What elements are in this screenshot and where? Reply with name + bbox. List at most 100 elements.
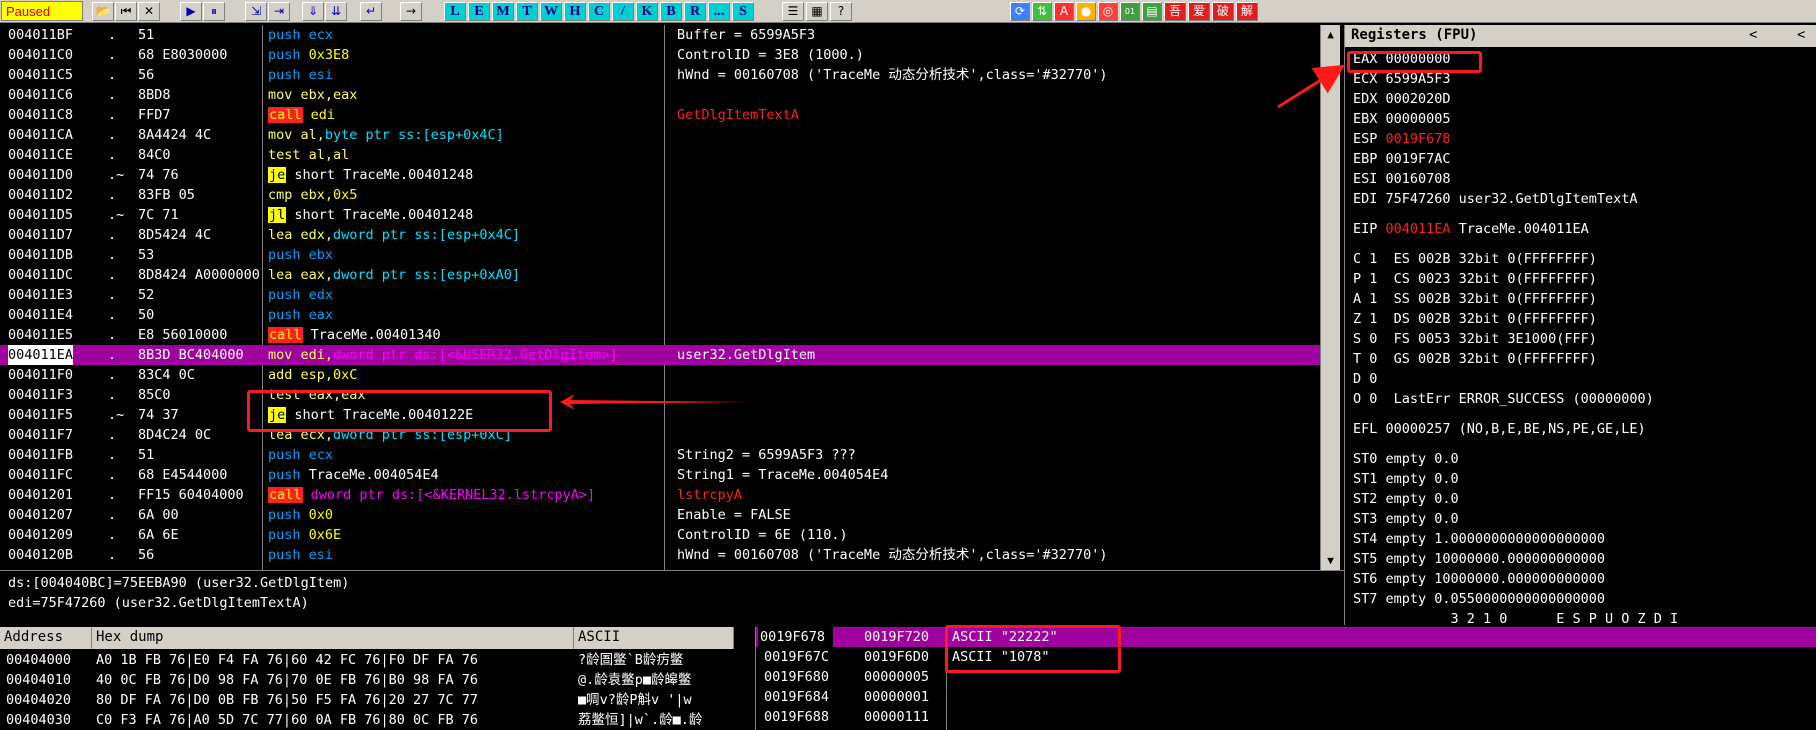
register-line[interactable]: C 1 ES 002B 32bit 0(FFFFFFFF) bbox=[1353, 249, 1597, 269]
brand-icon[interactable]: 吾 bbox=[1164, 2, 1186, 21]
register-line[interactable]: ST5 empty 10000000.000000000000 bbox=[1353, 549, 1605, 569]
disasm-row[interactable]: 00401207. 6A 00 push 0x0 Enable = FALSE bbox=[0, 505, 1320, 525]
register-line[interactable]: D 0 bbox=[1353, 369, 1377, 389]
dump-hex[interactable]: A0 1B FB 76|E0 F4 FA 76|60 42 FC 76|F0 D… bbox=[96, 650, 478, 670]
register-line[interactable]: EFL 00000257 (NO,B,E,BE,NS,PE,GE,LE) bbox=[1353, 419, 1646, 439]
disasm-row[interactable]: 004011E4. 50 push eax bbox=[0, 305, 1320, 325]
window-button-12[interactable]: S bbox=[732, 2, 754, 21]
disasm-row[interactable]: 004011F7. 8D4C24 0C lea ecx,dword ptr ss:[… bbox=[0, 425, 1320, 445]
window-button-9[interactable]: B bbox=[660, 2, 682, 21]
disasm-row[interactable]: 004011C0. 68 E8030000 push 0x3E8 ControlID … bbox=[0, 45, 1320, 65]
disasm-row[interactable]: 004011D5 .~ 7C 71 jl short TraceMe.00401248 bbox=[0, 205, 1320, 225]
register-line[interactable]: EBP 0019F7AC bbox=[1353, 149, 1451, 169]
dump-ascii[interactable]: ?龄圄鳖`B龄疠鳖 bbox=[578, 650, 738, 670]
open-icon[interactable]: 📂 bbox=[92, 2, 114, 21]
disasm-row[interactable]: 004011D0 .~ 74 76 je short TraceMe.00401248 bbox=[0, 165, 1320, 185]
register-line[interactable]: ST0 empty 0.0 bbox=[1353, 449, 1459, 469]
window-button-4[interactable]: W bbox=[540, 2, 562, 21]
trace-over-icon[interactable]: ⇊ bbox=[325, 2, 347, 21]
target-icon[interactable]: ◎ bbox=[1098, 2, 1118, 21]
circle-icon[interactable]: ● bbox=[1076, 2, 1096, 21]
window-button-10[interactable]: R bbox=[684, 2, 706, 21]
prev-icon[interactable]: < bbox=[1749, 27, 1757, 43]
register-line[interactable]: EIP 004011EA TraceMe.004011EA bbox=[1353, 219, 1589, 239]
brand-icon[interactable]: 破 bbox=[1212, 2, 1234, 21]
register-line[interactable]: ST7 empty 0.0550000000000000000 bbox=[1353, 589, 1605, 609]
window-button-6[interactable]: C bbox=[588, 2, 610, 21]
pause-icon[interactable]: ⏸ bbox=[203, 2, 225, 21]
window-button-1[interactable]: E bbox=[468, 2, 490, 21]
list-icon[interactable]: ☰ bbox=[782, 2, 804, 21]
window-button-0[interactable]: L bbox=[444, 2, 466, 21]
plugin-icon[interactable]: ⇅ bbox=[1032, 2, 1052, 21]
dump-hex[interactable]: C0 F3 FA 76|A0 5D 7C 77|60 0A FB 76|80 0… bbox=[96, 710, 478, 730]
calc-icon[interactable]: ▤ bbox=[1142, 2, 1162, 21]
dump-address[interactable]: 00404010 bbox=[6, 670, 71, 690]
window-button-11[interactable]: ... bbox=[708, 2, 730, 21]
dump-address[interactable]: 00404030 bbox=[6, 710, 71, 730]
register-line[interactable]: P 1 CS 0023 32bit 0(FFFFFFFF) bbox=[1353, 269, 1597, 289]
brand-icon[interactable]: 解 bbox=[1236, 2, 1258, 21]
help-icon[interactable]: ? bbox=[830, 2, 852, 21]
disasm-row[interactable]: 00401209. 6A 6E push 0x6E ControlID = 6E (1… bbox=[0, 525, 1320, 545]
window-button-7[interactable]: / bbox=[612, 2, 634, 21]
dump-address[interactable]: 00404020 bbox=[6, 690, 71, 710]
register-line[interactable]: T 0 GS 002B 32bit 0(FFFFFFFF) bbox=[1353, 349, 1597, 369]
disasm-row[interactable]: 004011E5. E8 56010000 call TraceMe.0040134… bbox=[0, 325, 1320, 345]
disasm-row[interactable]: 004011F3. 85C0 test eax,eax bbox=[0, 385, 1320, 405]
disassembly-scrollbar[interactable]: ▲ ▼ bbox=[1320, 25, 1340, 570]
stack-pane[interactable]: 0019F678 0019F720 ASCII "22222" 0019F67C 001… bbox=[755, 627, 1816, 730]
disasm-row[interactable]: 004011C6. 8BD8 mov ebx,eax bbox=[0, 85, 1320, 105]
brand-icon[interactable]: 爱 bbox=[1188, 2, 1210, 21]
window-button-3[interactable]: T bbox=[516, 2, 538, 21]
dump-hex[interactable]: 40 0C FB 76|D0 98 FA 76|70 0E FB 76|B0 9… bbox=[96, 670, 478, 690]
collapse-icon[interactable]: < bbox=[1797, 27, 1805, 43]
restart-icon[interactable]: ⏮ bbox=[115, 2, 137, 21]
stack-row[interactable]: 0019F680 00000005 bbox=[756, 667, 1816, 687]
stack-row[interactable]: 0019F678 0019F720 ASCII "22222" bbox=[756, 627, 1816, 647]
scroll-up-icon[interactable]: ▲ bbox=[1323, 27, 1338, 42]
refresh-icon[interactable]: ⟳ bbox=[1010, 2, 1030, 21]
grid-icon[interactable]: ▦ bbox=[806, 2, 828, 21]
register-line[interactable]: ST3 empty 0.0 bbox=[1353, 509, 1459, 529]
dump-header-address[interactable]: Address bbox=[0, 627, 92, 649]
a-icon[interactable]: A bbox=[1054, 2, 1074, 21]
disasm-row[interactable]: 00401201. FF15 60404000 call dword ptr ds:… bbox=[0, 485, 1320, 505]
disasm-row[interactable]: 004011D2. 83FB 05 cmp ebx,0x5 bbox=[0, 185, 1320, 205]
dump-ascii[interactable]: 荔鳖恒]|w`.龄■.龄 bbox=[578, 710, 738, 730]
register-line[interactable]: EDI 75F47260 user32.GetDlgItemTextA bbox=[1353, 189, 1637, 209]
hex-dump-pane[interactable]: Address Hex dump ASCII 00404000 A0 1B FB … bbox=[0, 627, 755, 730]
register-line[interactable]: ST4 empty 1.0000000000000000000 bbox=[1353, 529, 1605, 549]
disasm-row[interactable]: 004011D7. 8D5424 4C lea edx,dword ptr ss:[… bbox=[0, 225, 1320, 245]
run-icon[interactable]: ▶ bbox=[180, 2, 202, 21]
disasm-row[interactable]: 004011C8. FFD7 call edi GetDlgItemTextA bbox=[0, 105, 1320, 125]
register-line[interactable]: ST1 empty 0.0 bbox=[1353, 469, 1459, 489]
dump-address[interactable]: 00404000 bbox=[6, 650, 71, 670]
step-over-icon[interactable]: ⇥ bbox=[268, 2, 290, 21]
registers-pane[interactable]: Registers (FPU) < < EAX 00000000 ECX 6599… bbox=[1344, 25, 1816, 625]
disasm-row[interactable]: 0040120B. 56 push esi hWnd = 00160708 ('Tra… bbox=[0, 545, 1320, 565]
step-into-icon[interactable]: ⇲ bbox=[245, 2, 267, 21]
register-line[interactable]: 3 2 1 0 E S P U O Z D I bbox=[1353, 609, 1679, 625]
window-button-8[interactable]: K bbox=[636, 2, 658, 21]
disasm-row[interactable]: 004011CE. 84C0 test al,al bbox=[0, 145, 1320, 165]
register-line[interactable]: ST6 empty 10000000.000000000000 bbox=[1353, 569, 1605, 589]
scroll-down-icon[interactable]: ▼ bbox=[1323, 553, 1338, 568]
disasm-row[interactable]: 004011FC. 68 E4544000 push TraceMe.004054E… bbox=[0, 465, 1320, 485]
register-line[interactable]: EDX 0002020D bbox=[1353, 89, 1451, 109]
disasm-row[interactable]: 004011CA. 8A4424 4C mov al,byte ptr ss:[es… bbox=[0, 125, 1320, 145]
go-to-icon[interactable]: → bbox=[400, 2, 422, 21]
disasm-row[interactable]: 004011DB. 53 push ebx bbox=[0, 245, 1320, 265]
disasm-row[interactable]: 004011BF. 51 push ecx Buffer = 6599A5F3 bbox=[0, 25, 1320, 45]
register-line[interactable]: ESI 00160708 bbox=[1353, 169, 1451, 189]
disasm-row[interactable]: 004011C5. 56 push esi hWnd = 00160708 ('Tra… bbox=[0, 65, 1320, 85]
disasm-row[interactable]: 004011FB. 51 push ecx String2 = 6599A5F3 ??… bbox=[0, 445, 1320, 465]
register-line[interactable]: Z 1 DS 002B 32bit 0(FFFFFFFF) bbox=[1353, 309, 1597, 329]
disasm-row[interactable]: 004011F0. 83C4 0C add esp,0xC bbox=[0, 365, 1320, 385]
binary-icon[interactable]: 01 bbox=[1120, 2, 1140, 21]
register-line[interactable]: ST2 empty 0.0 bbox=[1353, 489, 1459, 509]
disasm-row[interactable]: 004011DC. 8D8424 A0000000 lea eax,dword pt… bbox=[0, 265, 1320, 285]
dump-header-ascii[interactable]: ASCII bbox=[574, 627, 734, 649]
register-line[interactable]: A 1 SS 002B 32bit 0(FFFFFFFF) bbox=[1353, 289, 1597, 309]
window-button-2[interactable]: M bbox=[492, 2, 514, 21]
